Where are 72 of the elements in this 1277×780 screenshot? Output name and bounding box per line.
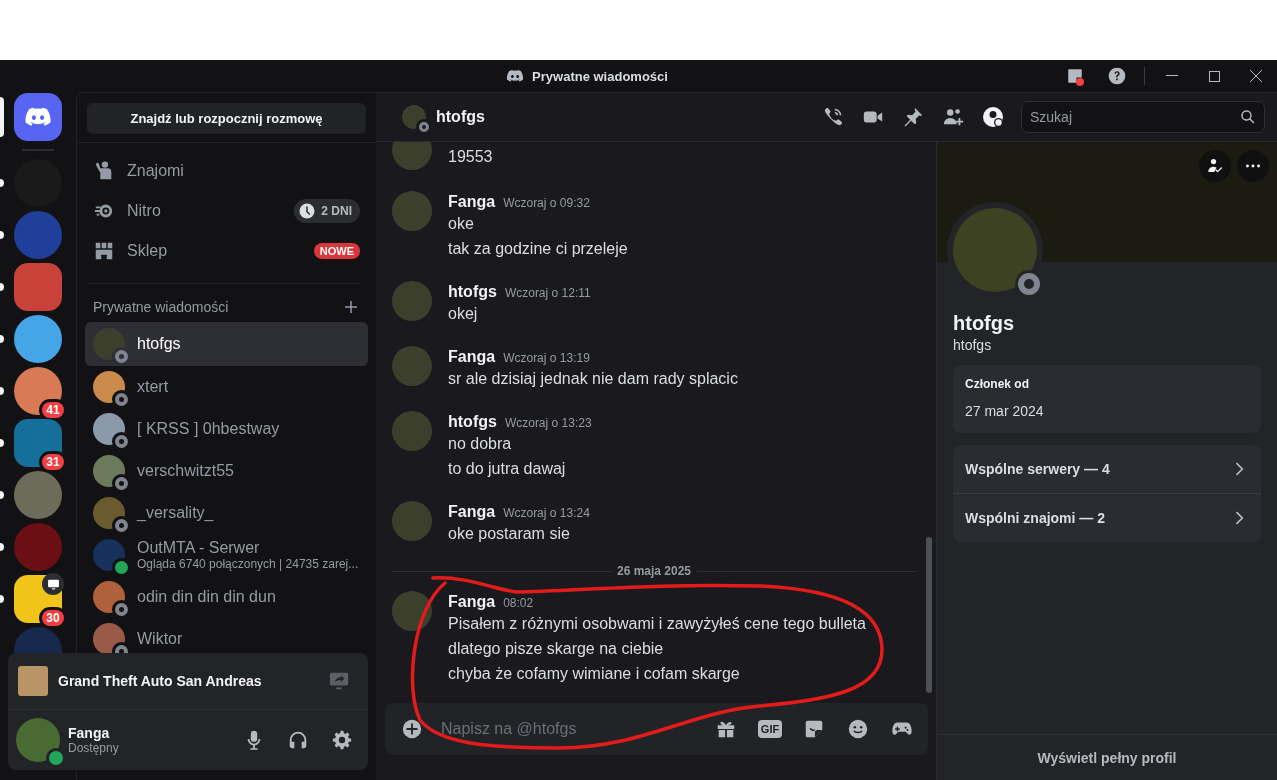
dm-name: xtert [137, 378, 169, 396]
message-time: Wczoraj o 13:24 [503, 505, 590, 522]
chat-title: htofgs [436, 108, 486, 126]
search-field[interactable]: Szukaj [1021, 101, 1265, 133]
message-text: Pisałem z różnymi osobwami i zawyżyłeś cene tego bulleta [448, 614, 866, 634]
dm-name: verschwitzt55 [137, 462, 234, 480]
user-status: Dostępny [68, 741, 120, 755]
message-time: Wczoraj o 13:19 [503, 350, 590, 367]
server-item[interactable]: 31 [0, 419, 76, 467]
display-name: htofgs [953, 312, 1016, 335]
badge-text: 2 DNI [321, 204, 352, 218]
dm-name: htofgs [137, 335, 181, 353]
message-author: Fanga [448, 192, 496, 212]
window-title: Prywatne wiadomości [532, 68, 668, 84]
message-time: Wczoraj o 13:23 [504, 415, 592, 432]
message-text: sr ale dzisiaj jednak nie dam rady splacic [448, 369, 738, 389]
dm-name: Wiktor [137, 630, 183, 648]
dm-item[interactable]: xtert [85, 366, 368, 408]
message-author: Fanga [448, 502, 496, 522]
dm-name: _versality_ [137, 504, 214, 522]
message-time: Wczoraj o 12:11 [504, 285, 591, 302]
dm-name: OutMTA - Serwer [137, 539, 261, 557]
profile-username: htofgs [953, 337, 993, 353]
unread-count-badge: 30 [42, 610, 64, 626]
member-since-date: 27 mar 2024 [965, 403, 1045, 419]
message-text: oke [448, 214, 475, 234]
view-full-profile-link[interactable]: Wyświetl pełny profil [1037, 749, 1177, 766]
message-author: htofgs [448, 412, 497, 432]
nav-label: Sklep [127, 242, 169, 260]
mutuals-row[interactable]: Wspólni znajomi — 2 [953, 494, 1261, 542]
dm-item[interactable]: odin din din din dun [85, 576, 368, 618]
mutuals-label: Wspólni znajomi — 2 [965, 510, 1105, 526]
message-text: okej [448, 304, 479, 324]
message-text: to do jutra dawaj [448, 459, 567, 479]
dm-name: [ KRSS ] 0hbestway [137, 420, 280, 438]
dm-item[interactable]: _versality_ [85, 492, 368, 534]
message-author: Fanga [448, 347, 496, 367]
message-text: dlatego pisze skarge na ciebie [448, 639, 665, 659]
mutuals-row[interactable]: Wspólne serwery — 4 [953, 445, 1261, 494]
gif-button[interactable]: GIF [750, 711, 790, 747]
message-time: 08:02 [503, 595, 534, 612]
nav-label: Nitro [127, 202, 162, 220]
message-input[interactable]: Napisz na @htofgs [439, 719, 702, 739]
username: Fanga [68, 725, 111, 741]
dm-item[interactable]: OutMTA - Serwer Ogląda 6740 połączonych | 24735 zarej... [85, 534, 368, 576]
message-text: tak za godzine ci przeleje [448, 239, 628, 259]
message-author: htofgs [448, 282, 497, 302]
dm-item[interactable]: [ KRSS ] 0hbestway [85, 408, 368, 450]
game-title: Grand Theft Auto San Andreas [58, 673, 263, 689]
server-item[interactable]: 41 [0, 367, 76, 415]
dm-name: odin din din din dun [137, 588, 276, 606]
message-text: chyba że cofamy wimiane i cofam skarge [448, 664, 741, 684]
message-text: 19553 [448, 147, 493, 167]
nav-item[interactable]: Nitro 2 DNI [85, 191, 368, 231]
date-divider: 26 maja 2025 [615, 564, 693, 578]
dm-item[interactable]: htofgs [85, 322, 368, 366]
unread-count-badge: 41 [42, 402, 64, 418]
new-badge: NOWE [313, 243, 360, 259]
message-text: oke postaram sie [448, 524, 571, 544]
message-author: Fanga [448, 592, 496, 612]
dm-item[interactable]: verschwitzt55 [85, 450, 368, 492]
activity-text: Ogląda 6740 połączonych | 24735 zarej... [137, 557, 359, 571]
nav-item[interactable]: Znajomi [85, 151, 368, 191]
section-header: Prywatne wiadomości [93, 299, 229, 315]
nav-label: Znajomi [127, 162, 185, 180]
find-conversation-button[interactable]: Znajdź lub rozpocznij rozmowę [87, 103, 366, 134]
unread-count-badge: 31 [42, 454, 64, 470]
message-time: Wczoraj o 09:32 [503, 195, 590, 212]
mutuals-label: Wspólne serwery — 4 [965, 461, 1110, 477]
card-label: Członek od [965, 377, 1030, 391]
nav-item[interactable]: Sklep NOWE [85, 231, 368, 271]
message-text: no dobra [448, 434, 513, 454]
